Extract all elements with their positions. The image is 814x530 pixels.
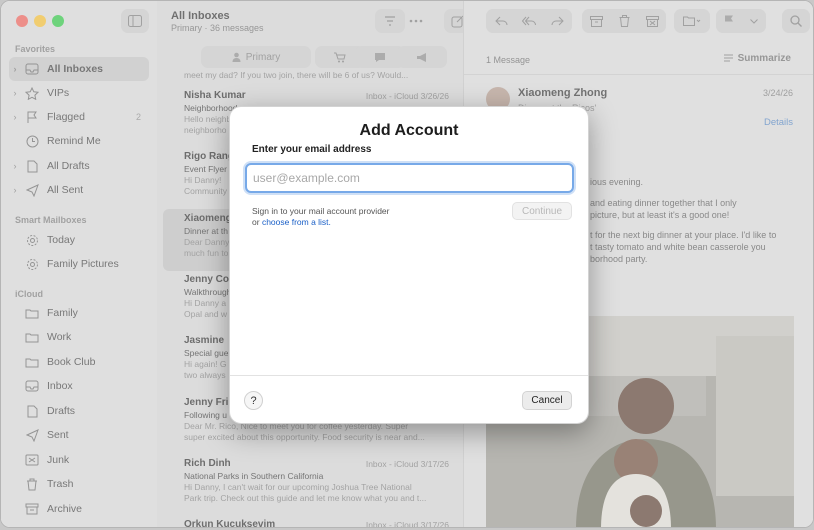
provider-hint: Sign in to your mail account provider or…: [252, 206, 390, 227]
dialog-title: Add Account: [359, 122, 459, 139]
continue-button[interactable]: Continue: [512, 202, 572, 220]
cancel-button[interactable]: Cancel: [522, 391, 572, 410]
choose-from-list-link[interactable]: choose from a list.: [262, 217, 331, 227]
email-field[interactable]: [245, 163, 574, 193]
mail-window: Favorites › All Inboxes › VIPs › Flagged…: [0, 0, 814, 528]
add-account-dialog: Add Account Enter your email address Sig…: [229, 106, 589, 424]
email-label: Enter your email address: [252, 144, 372, 155]
help-button[interactable]: ?: [244, 391, 263, 410]
divider: [230, 375, 588, 376]
